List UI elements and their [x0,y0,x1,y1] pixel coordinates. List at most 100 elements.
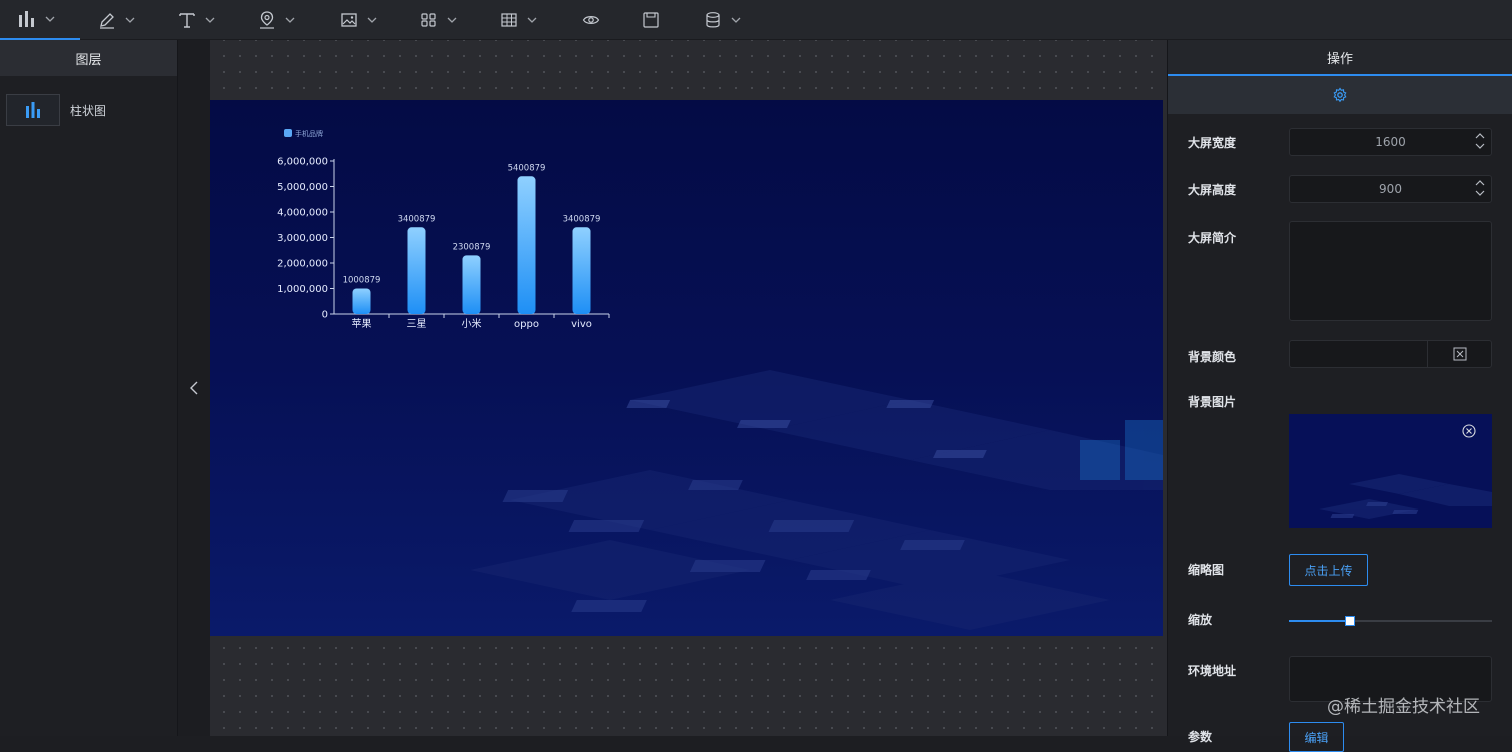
color-swatch[interactable] [1290,341,1427,367]
chevron-down-icon [447,17,457,23]
chevron-down-icon [731,17,741,23]
y-tick-label: 3,000,000 [277,233,328,244]
settings-tab[interactable] [1168,76,1512,114]
chevron-up-icon[interactable] [1475,132,1485,140]
operations-panel-title: 操作 [1168,40,1512,76]
width-label: 大屏宽度 [1188,136,1237,150]
layers-panel: 图层 柱状图 [0,40,178,736]
bg-color-label: 背景颜色 [1188,350,1237,364]
y-tick-label: 0 [322,310,328,321]
intro-textarea[interactable] [1289,221,1492,321]
upload-button[interactable]: 点击上传 [1289,554,1368,586]
layer-item-bar-chart[interactable]: 柱状图 [6,94,176,126]
color-clear-button[interactable] [1427,341,1491,367]
bar-data-label: 2300879 [453,242,491,252]
chevron-down-icon [45,16,55,22]
map-tool[interactable] [240,0,320,40]
thumbnail-label: 缩略图 [1188,563,1225,577]
remove-image-icon[interactable] [1462,424,1476,438]
editor-canvas[interactable]: 手机品牌 0 1,000,000 2,000,000 3,000,000 4,000,0… [210,40,1167,736]
x-tick-label: oppo [514,319,539,330]
component-tool[interactable] [402,0,482,40]
height-value: 900 [1379,182,1402,196]
layer-label: 柱状图 [70,103,107,118]
bar[interactable] [462,255,481,314]
x-tick-label: 苹果 [352,317,372,330]
gear-icon [1333,87,1347,103]
bar-data-label: 5400879 [508,163,546,173]
chevron-left-icon[interactable] [188,380,200,396]
image-icon [341,13,357,27]
chevron-down-icon [125,17,135,23]
y-tick-label: 1,000,000 [277,284,328,295]
table-tool[interactable] [482,0,562,40]
params-label: 参数 [1188,730,1213,744]
legend-swatch [284,129,292,137]
bar[interactable] [352,288,371,314]
height-stepper[interactable] [1475,179,1485,197]
bar-data-label: 3400879 [398,214,436,224]
width-input[interactable]: 1600 [1289,128,1492,156]
grid-icon [421,13,436,27]
bar[interactable] [572,227,591,314]
width-stepper[interactable] [1475,132,1485,150]
height-label: 大屏高度 [1188,183,1237,197]
close-icon [1453,347,1466,361]
layers-panel-title: 图层 [0,40,177,76]
bar-chart-icon [26,102,40,118]
x-tick-label: 小米 [462,317,482,330]
chevron-down-icon [527,17,537,23]
text-icon [179,13,195,28]
table-icon [501,13,517,27]
y-tick-label: 5,000,000 [277,182,328,193]
x-tick-label: 三星 [407,318,427,330]
scale-label: 缩放 [1188,613,1213,627]
pen-icon [100,13,114,29]
image-tool[interactable] [322,0,402,40]
draw-tool[interactable] [80,0,160,40]
bar-data-label: 1000879 [343,275,381,285]
chevron-down-icon [367,17,377,23]
preview-tool[interactable] [564,0,624,40]
text-tool[interactable] [160,0,240,40]
chevron-down-icon [205,17,215,23]
top-toolbar [0,0,1512,40]
bg-image-label: 背景图片 [1188,395,1237,409]
bar-chart[interactable]: 手机品牌 0 1,000,000 2,000,000 3,000,000 4,000,0… [272,120,622,340]
bar[interactable] [517,176,536,314]
bar-series: 1000879 3400879 2300879 5400879 3400879 [343,163,601,314]
y-axis: 0 1,000,000 2,000,000 3,000,000 4,000,000 5,0… [277,157,335,321]
chevron-down-icon[interactable] [1475,142,1485,150]
database-icon [706,12,720,28]
width-value: 1600 [1375,135,1406,149]
eye-icon [582,16,600,24]
params-edit-button[interactable]: 编辑 [1289,722,1344,752]
slider-fill [1289,620,1350,622]
chevron-down-icon[interactable] [1475,189,1485,197]
bar-data-label: 3400879 [563,214,601,224]
scale-slider[interactable] [1289,614,1492,628]
y-tick-label: 4,000,000 [277,208,328,219]
x-axis: 苹果 三星 小米 oppo vivo [334,313,610,330]
chart-tool[interactable] [0,0,80,40]
height-input[interactable]: 900 [1289,175,1492,203]
map-pin-icon [260,11,274,29]
bar[interactable] [407,227,426,314]
slider-handle[interactable] [1344,616,1355,626]
datasource-tool[interactable] [686,0,766,40]
env-label: 环境地址 [1188,664,1237,678]
bg-color-picker[interactable] [1289,340,1492,368]
legend-label: 手机品牌 [295,129,323,138]
collapse-strip [178,40,210,736]
chevron-up-icon[interactable] [1475,179,1485,187]
watermark-text: @稀土掘金技术社区 [1327,697,1480,717]
operations-panel: 操作 大屏宽度 1600 大屏高度 900 大屏简介 背景颜色 背景图片 缩略图… [1167,40,1512,752]
y-tick-label: 2,000,000 [277,259,328,270]
chevron-down-icon [285,17,295,23]
bar-chart-icon [19,11,34,27]
save-tool[interactable] [624,0,684,40]
big-screen-preview[interactable]: 手机品牌 0 1,000,000 2,000,000 3,000,000 4,000,0… [210,100,1163,636]
save-icon [643,12,659,28]
bg-image-preview[interactable] [1289,414,1492,528]
x-tick-label: vivo [571,319,592,330]
